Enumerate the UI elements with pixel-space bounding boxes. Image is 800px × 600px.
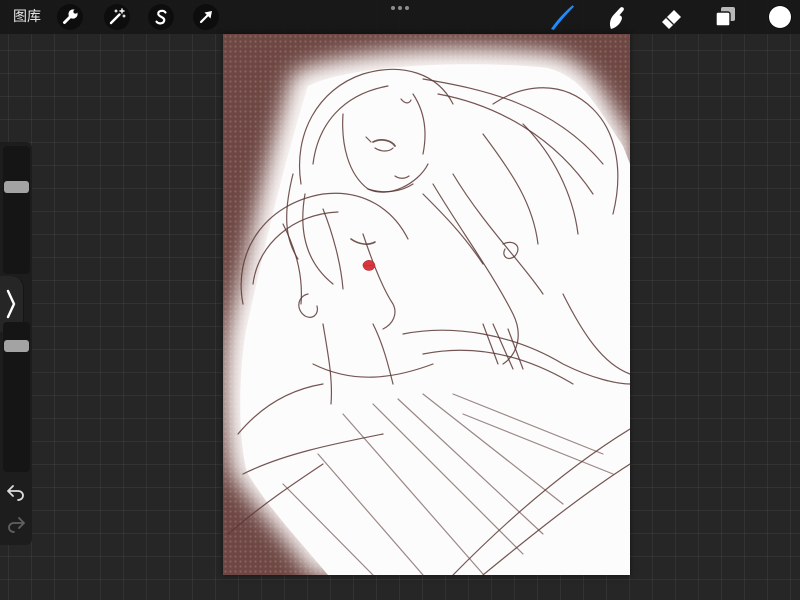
magic-wand-icon xyxy=(109,8,126,25)
opacity-thumb[interactable] xyxy=(4,339,29,352)
redo-icon xyxy=(8,517,25,533)
top-toolbar: 图库 xyxy=(0,0,800,34)
canvas-artwork xyxy=(223,34,630,575)
redo-button[interactable] xyxy=(4,514,28,534)
brush-size-thumb[interactable] xyxy=(4,180,29,193)
artwork-highlight xyxy=(240,64,630,575)
drawing-canvas[interactable] xyxy=(223,34,630,575)
actions-button[interactable] xyxy=(57,4,83,30)
lips-mark xyxy=(362,260,376,271)
transform-button[interactable] xyxy=(193,4,219,30)
opacity-slider[interactable] xyxy=(3,322,30,472)
undo-button[interactable] xyxy=(4,482,28,502)
brush-size-slider[interactable] xyxy=(3,146,30,274)
procreate-app: 图库 xyxy=(0,0,800,600)
gallery-button[interactable]: 图库 xyxy=(13,8,41,26)
adjustments-button[interactable] xyxy=(104,4,130,30)
transform-arrow-icon xyxy=(199,11,212,24)
brush-tool-button[interactable] xyxy=(547,2,577,32)
left-sidebar xyxy=(0,142,32,545)
layers-icon xyxy=(715,7,735,27)
eraser-tool-button[interactable] xyxy=(657,2,687,32)
wrench-icon xyxy=(63,9,78,24)
layers-button[interactable] xyxy=(711,2,741,32)
smudge-icon xyxy=(609,7,624,30)
selection-icon xyxy=(155,9,167,25)
smudge-tool-button[interactable] xyxy=(602,2,632,32)
undo-icon xyxy=(7,485,24,501)
brush-icon xyxy=(551,5,574,30)
more-options-button[interactable] xyxy=(391,6,409,11)
color-picker-button[interactable] xyxy=(769,6,791,28)
eraser-icon xyxy=(662,10,681,29)
selection-button[interactable] xyxy=(148,4,174,30)
